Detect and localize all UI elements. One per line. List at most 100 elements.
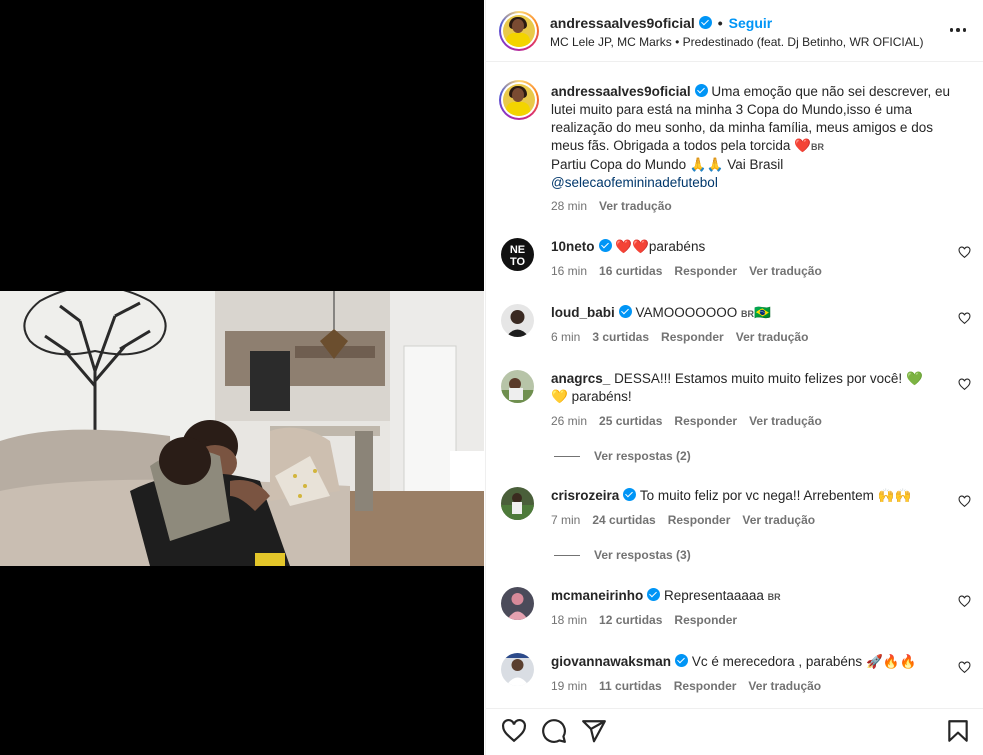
verified-icon (623, 488, 637, 501)
flag-text: BR (741, 309, 755, 319)
verified-icon (618, 305, 632, 318)
comment-text: crisrozeira To muito feliz por vc nega!!… (551, 487, 944, 505)
verified-icon (647, 588, 661, 601)
comment-username[interactable]: crisrozeira (551, 488, 619, 503)
post-detail-panel: andressaalves9oficial • Seguir MC Lele JP,… (485, 0, 983, 755)
comment-body: Vc é merecedora , parabéns (691, 654, 863, 669)
comment-username[interactable]: 10neto (551, 239, 595, 254)
comment-likes[interactable]: 3 curtidas (592, 330, 649, 344)
reply-button[interactable]: Responder (674, 414, 737, 428)
comment-meta: 7 min 24 curtidas Responder Ver tradução (551, 513, 827, 527)
comment-likes[interactable]: 11 curtidas (599, 679, 662, 693)
like-comment-icon[interactable] (958, 378, 971, 391)
author-avatar[interactable] (499, 11, 539, 51)
comment-emoji: 🚀🔥🔥 (865, 654, 917, 669)
comment-icon[interactable] (541, 718, 567, 744)
comment-body-2: parabéns! (571, 389, 632, 404)
reply-button[interactable]: Responder (668, 513, 731, 527)
translate-button[interactable]: Ver tradução (749, 264, 822, 278)
comment-meta: 26 min 25 curtidas Responder Ver tradução (551, 414, 834, 428)
comment-username[interactable]: giovannawaksman (551, 654, 671, 669)
red-heart-icon: ❤️❤️ (615, 239, 649, 254)
comment-text: loud_babi VAMOOOOOOO BR🇧🇷 (551, 304, 944, 323)
red-heart-icon: ❤️ (794, 138, 811, 153)
view-replies-label: Ver respostas (3) (594, 548, 691, 562)
audio-attribution[interactable]: MC Lele JP, MC Marks • Predestinado (fea… (550, 35, 923, 49)
view-replies-label: Ver respostas (2) (594, 449, 691, 463)
caption-translate[interactable]: Ver tradução (599, 199, 672, 213)
comment-likes[interactable]: 16 curtidas (599, 264, 662, 278)
follow-button[interactable]: Seguir (729, 15, 773, 31)
svg-text:TO: TO (510, 256, 526, 268)
comment-emoji: 🙌🙌 (877, 488, 912, 503)
comment-body: VAMOOOOOOO (635, 305, 738, 320)
like-comment-icon[interactable] (958, 312, 971, 325)
translate-button[interactable]: Ver tradução (749, 414, 822, 428)
verified-icon (675, 654, 689, 667)
comments-list[interactable]: andressaalves9oficial Uma emoção que não… (486, 63, 983, 708)
reply-button[interactable]: Responder (674, 264, 737, 278)
comment-username[interactable]: anagrcs_ (551, 371, 610, 386)
caption-meta: 28 min Ver tradução (551, 199, 684, 213)
view-replies-button[interactable]: Ver respostas (3) (554, 548, 691, 562)
comment-body: DESSA!!! Estamos muito muito felizes por… (614, 371, 903, 386)
comment-body: parabéns (648, 239, 706, 254)
yellow-heart-icon: 💛 (551, 389, 568, 404)
bookmark-icon[interactable] (945, 718, 971, 744)
translate-button[interactable]: Ver tradução (748, 679, 821, 693)
like-comment-icon[interactable] (958, 595, 971, 608)
post-header: andressaalves9oficial • Seguir MC Lele JP,… (486, 0, 983, 62)
video-frame[interactable] (0, 291, 484, 566)
comment-avatar[interactable] (501, 587, 534, 620)
comment-time: 19 min (551, 679, 588, 693)
comment-time: 7 min (551, 513, 581, 527)
comment-likes[interactable]: 12 curtidas (599, 613, 662, 627)
comment-likes[interactable]: 24 curtidas (592, 513, 655, 527)
comment-username[interactable]: loud_babi (551, 305, 615, 320)
caption-username[interactable]: andressaalves9oficial (551, 84, 691, 99)
like-comment-icon[interactable] (958, 495, 971, 508)
caption-line2: Partiu Copa do Mundo 🙏🙏 Vai Brasil (551, 157, 784, 172)
post-media[interactable] (0, 0, 484, 755)
comment-meta: 6 min 3 curtidas Responder Ver tradução (551, 330, 820, 344)
flag-text: BR (810, 142, 824, 152)
reply-button[interactable]: Responder (661, 330, 724, 344)
comment-text: giovannawaksman Vc é merecedora , parabé… (551, 653, 944, 671)
verified-icon (598, 239, 612, 252)
like-comment-icon[interactable] (958, 246, 971, 259)
like-comment-icon[interactable] (958, 661, 971, 674)
comment-avatar[interactable]: NE TO (501, 238, 534, 271)
comment-time: 18 min (551, 613, 588, 627)
comment-avatar[interactable] (501, 370, 534, 403)
reply-button[interactable]: Responder (674, 679, 737, 693)
comment-time: 6 min (551, 330, 581, 344)
comment-body: To muito feliz por vc nega!! Arrebentem (639, 488, 874, 503)
comment-emoji: 🇧🇷 (754, 305, 771, 320)
flag-text: BR (767, 592, 781, 602)
more-options-icon[interactable] (946, 20, 970, 40)
comment-text: anagrcs_ DESSA!!! Estamos muito muito fe… (551, 370, 944, 406)
comment-avatar[interactable] (501, 487, 534, 520)
comment-avatar[interactable] (501, 304, 534, 337)
comment-meta: 16 min 16 curtidas Responder Ver tradução (551, 264, 834, 278)
comment-likes[interactable]: 25 curtidas (599, 414, 662, 428)
author-username[interactable]: andressaalves9oficial (550, 15, 695, 31)
instagram-post-modal: andressaalves9oficial • Seguir MC Lele JP,… (0, 0, 983, 755)
translate-button[interactable]: Ver tradução (742, 513, 815, 527)
view-replies-button[interactable]: Ver respostas (2) (554, 449, 691, 463)
translate-button[interactable]: Ver tradução (736, 330, 809, 344)
caption-avatar[interactable] (499, 80, 539, 120)
comment-time: 16 min (551, 264, 588, 278)
comment-username[interactable]: mcmaneirinho (551, 588, 643, 603)
separator: • (717, 15, 723, 31)
caption-text: andressaalves9oficial Uma emoção que não… (551, 83, 954, 192)
verified-icon (698, 16, 712, 29)
comment-time: 26 min (551, 414, 588, 428)
reply-button[interactable]: Responder (674, 613, 737, 627)
comment-avatar[interactable] (501, 653, 534, 686)
caption-mention[interactable]: @selecaofemininadefutebol (551, 175, 718, 190)
comment-body: Representaaaaa (664, 588, 764, 603)
paper-plane-icon[interactable] (581, 718, 607, 744)
heart-icon[interactable] (501, 718, 527, 744)
post-actions-bar (486, 708, 983, 755)
